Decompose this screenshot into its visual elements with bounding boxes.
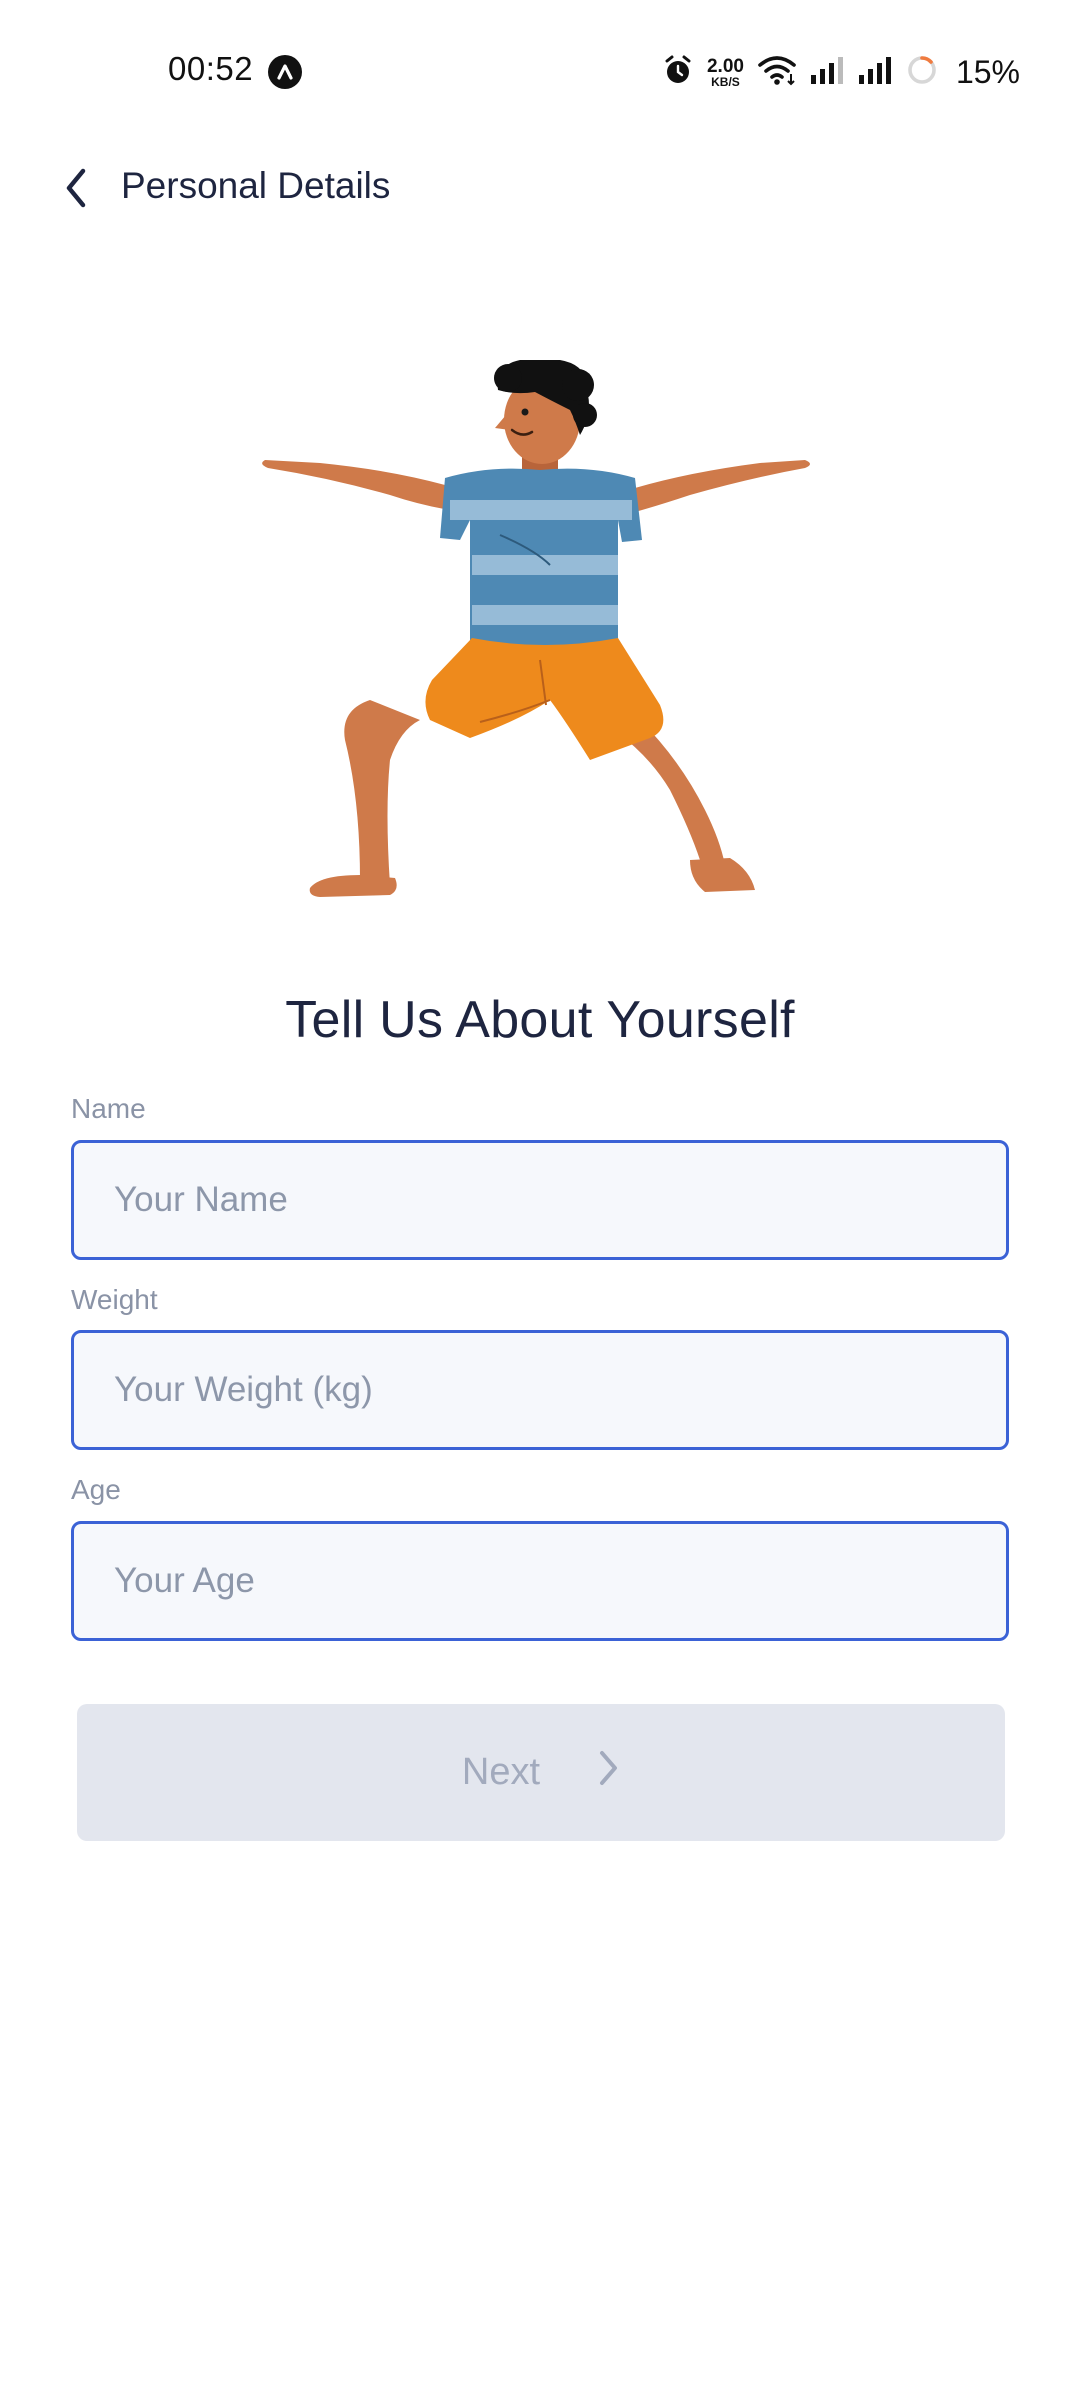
age-label: Age: [71, 1474, 121, 1505]
network-speed-unit: KB/S: [711, 74, 740, 89]
yoga-person-illustration: [250, 355, 830, 920]
chevron-left-icon: [63, 167, 89, 214]
network-speed: 2.00 KB/S: [707, 57, 744, 88]
status-bar: 00:52 2.00 KB/S 15%: [0, 0, 1080, 140]
battery-icon: [906, 54, 938, 91]
weight-label: Weight: [71, 1284, 158, 1315]
weight-input[interactable]: [71, 1330, 1009, 1450]
form-heading: Tell Us About Yourself: [285, 991, 795, 1049]
network-speed-value: 2.00: [706, 55, 744, 77]
page-title: Personal Details: [121, 165, 391, 206]
name-input[interactable]: [71, 1140, 1009, 1260]
status-icons: 2.00 KB/S 15%: [663, 52, 1020, 92]
signal-icon: [858, 55, 892, 90]
next-button[interactable]: Next: [77, 1704, 1005, 1841]
name-label: Name: [71, 1093, 146, 1124]
app-header: Personal Details: [0, 140, 1080, 240]
next-button-label: Next: [461, 1751, 541, 1793]
alarm-icon: [663, 54, 693, 91]
app-notification-icon: [268, 55, 302, 89]
chevron-right-icon: [598, 1749, 620, 1797]
age-input[interactable]: [71, 1521, 1009, 1641]
back-button[interactable]: [46, 160, 106, 220]
wifi-icon: [758, 54, 796, 91]
signal-icon: [810, 55, 844, 90]
status-time: 00:52: [168, 50, 254, 87]
battery-percent: 15%: [955, 53, 1020, 90]
